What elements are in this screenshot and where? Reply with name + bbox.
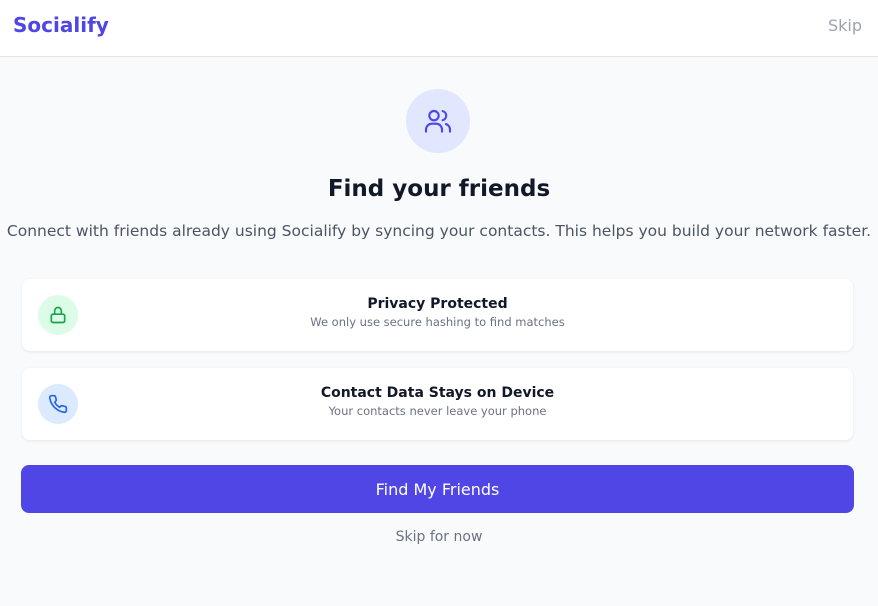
feature-card-device: Contact Data Stays on Device Your contac…: [22, 368, 853, 440]
feature-title: Privacy Protected: [367, 296, 508, 312]
feature-card-privacy: Privacy Protected We only use secure has…: [22, 279, 853, 351]
feature-description: Your contacts never leave your phone: [328, 404, 547, 418]
skip-link[interactable]: Skip: [828, 16, 862, 35]
users-icon: [406, 89, 470, 153]
find-my-friends-button[interactable]: Find My Friends: [21, 465, 854, 513]
page-subtitle: Connect with friends already using Socia…: [6, 222, 872, 240]
feature-description: We only use secure hashing to find match…: [310, 315, 565, 329]
feature-title: Contact Data Stays on Device: [320, 385, 555, 401]
brand-logo: Socialify: [13, 13, 109, 37]
page-title: Find your friends: [327, 176, 551, 202]
skip-for-now-link[interactable]: Skip for now: [0, 529, 878, 545]
app-header: Socialify Skip: [0, 0, 878, 57]
